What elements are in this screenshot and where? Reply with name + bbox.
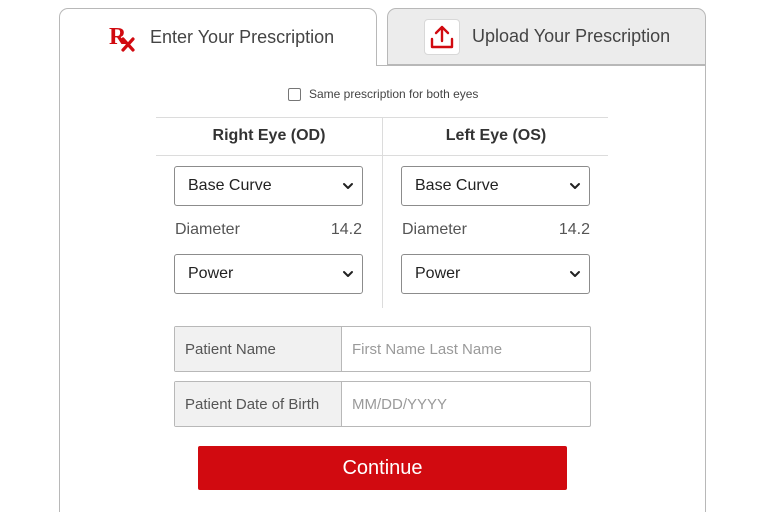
tab-label: Upload Your Prescription [472, 26, 671, 46]
upload-icon [424, 18, 460, 55]
tab-enter-prescription[interactable]: R Enter Your Prescription [59, 8, 377, 66]
tab-panel [59, 65, 706, 512]
prescription-form: R Enter Your Prescription Upload Your Pr… [0, 0, 768, 512]
rx-icon: R [108, 24, 138, 52]
panel-border [377, 65, 706, 66]
tab-upload-prescription[interactable]: Upload Your Prescription [387, 8, 706, 65]
tab-label: Enter Your Prescription [150, 27, 335, 47]
svg-text:R: R [109, 24, 127, 50]
